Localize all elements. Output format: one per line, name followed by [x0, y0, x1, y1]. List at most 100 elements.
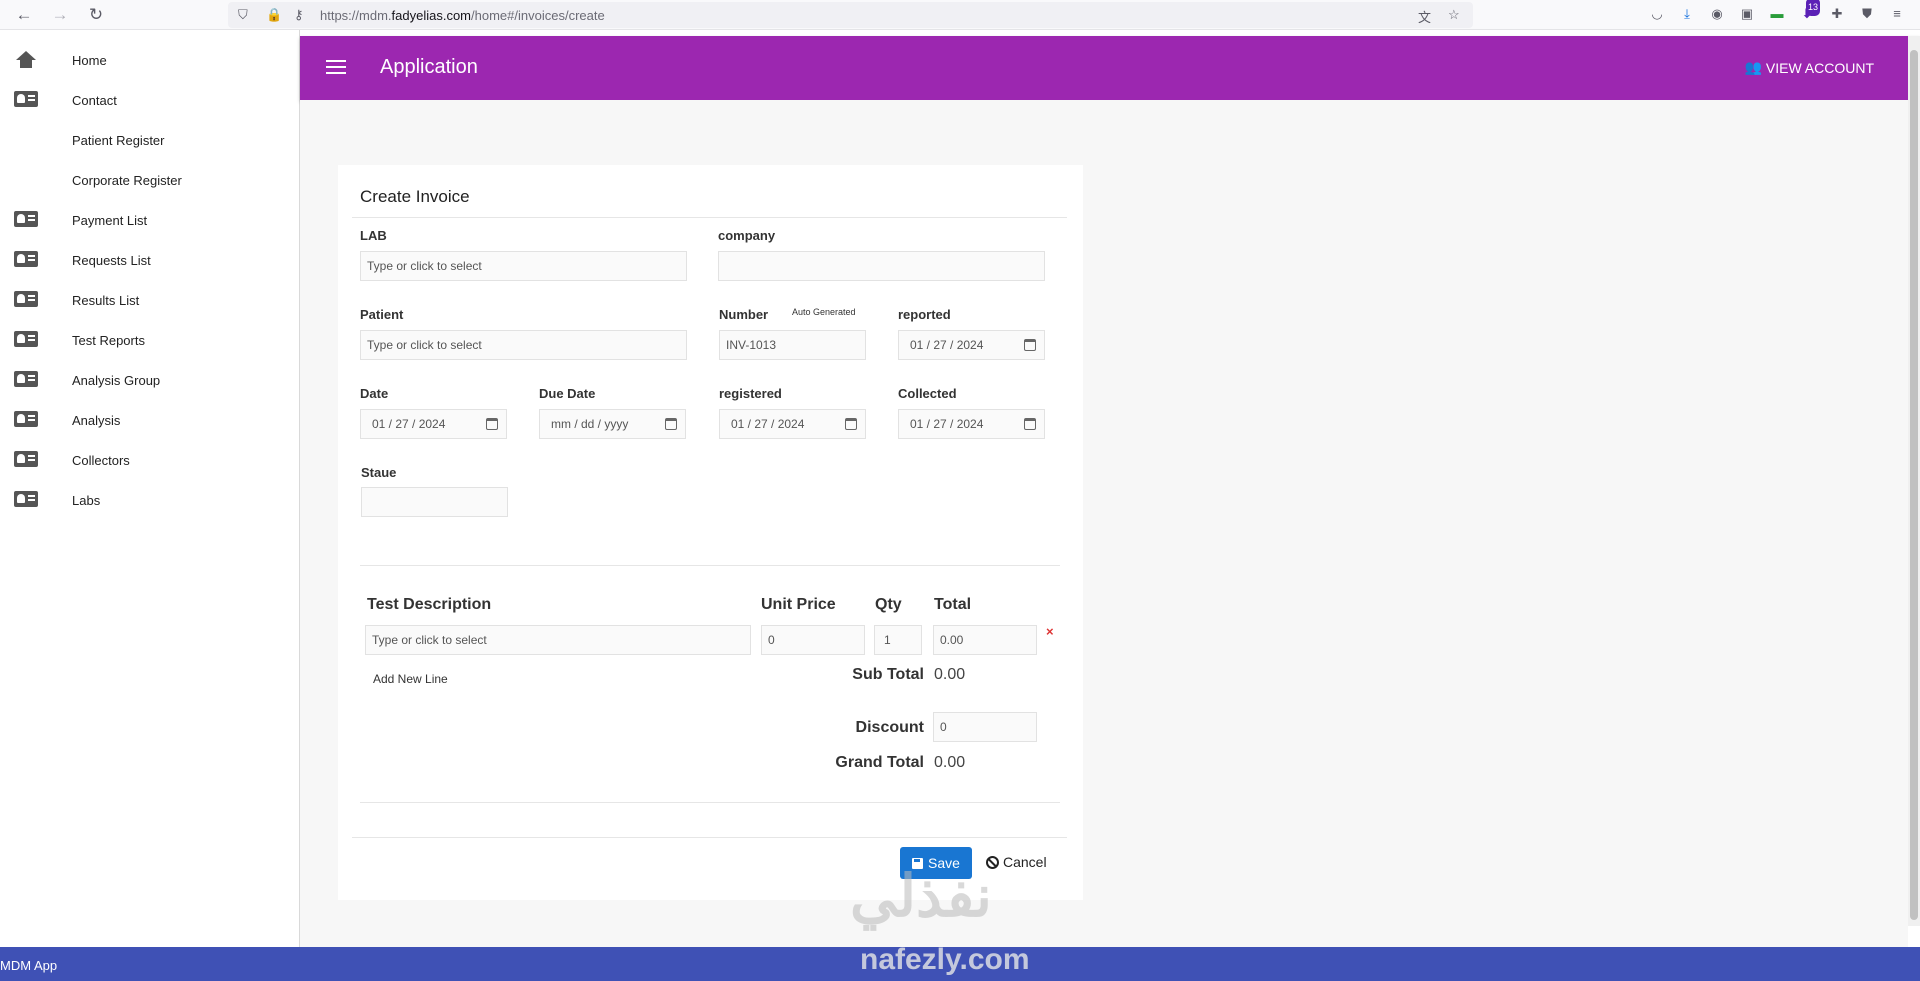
toolbar-icons: ◡ ⤓ ◉ ▣ ▬ ⬇13 ✚ ⛊ ≡	[1648, 0, 1906, 23]
footer-text: MDM App	[0, 958, 58, 973]
users-icon: 👥	[1744, 59, 1762, 75]
home-icon	[14, 51, 38, 68]
extension-green-icon[interactable]: ▬	[1768, 5, 1786, 23]
number-label: Number	[719, 307, 769, 322]
sidebar-item-analysis[interactable]: Analysis	[0, 400, 300, 440]
pocket-icon[interactable]: ◡	[1648, 5, 1666, 23]
calendar-icon[interactable]	[845, 418, 857, 430]
sidebar-item-test-reports[interactable]: Test Reports	[0, 320, 300, 360]
divider	[360, 565, 1060, 566]
add-new-line-button[interactable]: Add New Line	[373, 672, 448, 686]
col-test-description: Test Description	[367, 596, 492, 613]
date-label: Date	[360, 386, 389, 401]
key-icon[interactable]: ⚷	[294, 7, 304, 23]
contact-card-icon	[14, 411, 38, 428]
company-field[interactable]	[718, 251, 1045, 281]
lock-icon[interactable]: 🔒	[266, 7, 282, 23]
extension-icon[interactable]: ▣	[1738, 5, 1756, 23]
sidebar-item-requests-list[interactable]: Requests List	[0, 240, 300, 280]
qty-input[interactable]: 1	[874, 625, 922, 655]
test-description-select[interactable]: Type or click to select	[365, 625, 751, 655]
calendar-icon[interactable]	[486, 418, 498, 430]
view-account-button[interactable]: 👥 VIEW ACCOUNT	[1744, 59, 1874, 76]
contact-card-icon	[14, 371, 38, 388]
reload-icon[interactable]: ↻	[86, 5, 106, 25]
app-bar: Application 👥 VIEW ACCOUNT	[300, 36, 1920, 100]
contact-card-icon	[14, 91, 38, 108]
translate-icon[interactable]: 文	[1418, 7, 1431, 26]
divider	[352, 837, 1067, 838]
account-icon[interactable]: ◉	[1708, 5, 1726, 23]
sidebar-item-labs[interactable]: Labs	[0, 480, 300, 520]
sidebar: Home Contact Patient Register Corporate …	[0, 30, 300, 947]
menu-icon[interactable]	[326, 60, 346, 74]
sidebar-item-results-list[interactable]: Results List	[0, 280, 300, 320]
col-qty: Qty	[875, 596, 902, 613]
url-text[interactable]: https://mdm.fadyelias.com/home#/invoices…	[320, 8, 605, 23]
watermark-arabic: نفذلي	[850, 864, 992, 929]
cancel-button[interactable]: Cancel	[986, 854, 1047, 870]
collected-date-field[interactable]: 01 / 27 / 2024	[898, 409, 1045, 439]
invoice-form-card: Create Invoice LAB Type or click to sele…	[338, 165, 1083, 900]
back-icon[interactable]: ←	[14, 5, 34, 25]
patient-label: Patient	[360, 307, 404, 322]
hamburger-menu-icon[interactable]: ≡	[1888, 5, 1906, 23]
status-field[interactable]	[361, 487, 508, 517]
sidebar-item-patient-register[interactable]: Patient Register	[0, 120, 300, 160]
shield-icon[interactable]: ⛉	[238, 7, 248, 23]
sidebar-item-corporate-register[interactable]: Corporate Register	[0, 160, 300, 200]
address-bar[interactable]: ⛉ 🔒 ⚷ https://mdm.fadyelias.com/home#/in…	[228, 2, 1473, 28]
download-icon[interactable]: ⤓	[1678, 5, 1696, 23]
forward-icon[interactable]: →	[50, 5, 70, 25]
sidebar-item-payment-list[interactable]: Payment List	[0, 200, 300, 240]
contact-card-icon	[14, 491, 38, 508]
divider	[352, 217, 1067, 218]
patient-select[interactable]: Type or click to select	[360, 330, 687, 360]
due-date-field[interactable]: mm / dd / yyyy	[539, 409, 686, 439]
col-unit-price: Unit Price	[761, 596, 836, 613]
due-date-label: Due Date	[539, 386, 596, 401]
grand-total-label: Grand Total	[835, 754, 924, 771]
grand-total-value: 0.00	[934, 754, 966, 771]
sidebar-item-analysis-group[interactable]: Analysis Group	[0, 360, 300, 400]
discount-label: Discount	[855, 719, 924, 736]
shield-extension-icon[interactable]: ⛊	[1858, 5, 1876, 23]
scrollbar[interactable]	[1908, 36, 1920, 926]
sidebar-item-contact[interactable]: Contact	[0, 80, 300, 120]
scrollbar-thumb[interactable]	[1910, 50, 1918, 920]
contact-card-icon	[14, 331, 38, 348]
calendar-icon[interactable]	[1024, 339, 1036, 351]
company-label: company	[718, 228, 776, 243]
lab-label: LAB	[360, 228, 387, 243]
puzzle-icon[interactable]: ✚	[1828, 5, 1846, 23]
contact-card-icon	[14, 251, 38, 268]
number-field[interactable]: INV-1013	[719, 330, 866, 360]
lab-select[interactable]: Type or click to select	[360, 251, 687, 281]
subtotal-label: Sub Total	[852, 666, 924, 683]
notification-icon[interactable]: ⬇13	[1798, 0, 1821, 23]
remove-line-icon[interactable]: ×	[1046, 624, 1054, 639]
subtotal-value: 0.00	[934, 666, 966, 683]
divider	[360, 802, 1060, 803]
discount-input[interactable]: 0	[933, 712, 1037, 742]
bookmark-star-icon[interactable]: ☆	[1448, 7, 1460, 23]
reported-label: reported	[898, 307, 951, 322]
line-total-field: 0.00	[933, 625, 1037, 655]
auto-generated-hint: Auto Generated	[792, 307, 856, 317]
contact-card-icon	[14, 211, 38, 228]
collected-label: Collected	[898, 386, 957, 401]
sidebar-item-collectors[interactable]: Collectors	[0, 440, 300, 480]
status-label: Staue	[361, 465, 397, 480]
contact-card-icon	[14, 291, 38, 308]
date-field[interactable]: 01 / 27 / 2024	[360, 409, 507, 439]
registered-date-field[interactable]: 01 / 27 / 2024	[719, 409, 866, 439]
app-title: Application	[380, 56, 478, 78]
sidebar-item-home[interactable]: Home	[0, 40, 300, 80]
calendar-icon[interactable]	[665, 418, 677, 430]
calendar-icon[interactable]	[1024, 418, 1036, 430]
col-total: Total	[934, 596, 972, 613]
unit-price-input[interactable]: 0	[761, 625, 865, 655]
reported-date-field[interactable]: 01 / 27 / 2024	[898, 330, 1045, 360]
contact-card-icon	[14, 451, 38, 468]
registered-label: registered	[719, 386, 782, 401]
